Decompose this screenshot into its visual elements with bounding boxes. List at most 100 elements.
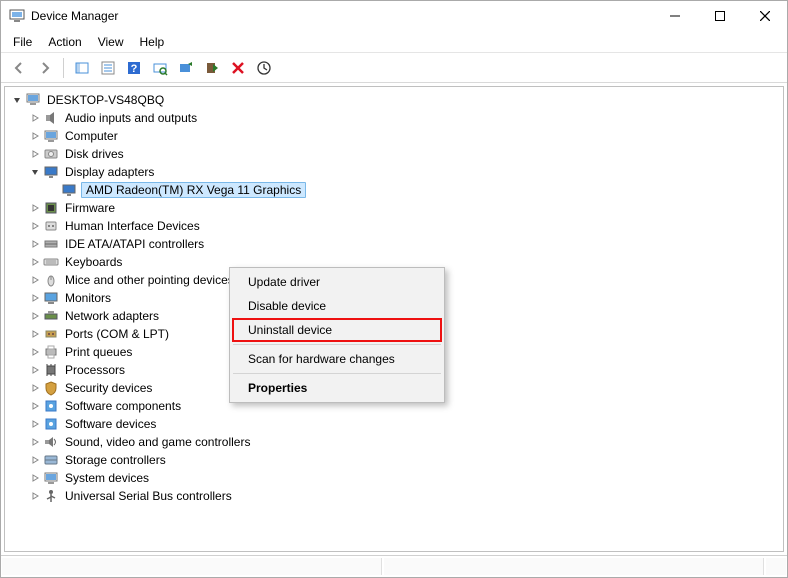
menu-view[interactable]: View	[90, 33, 132, 51]
tree-category[interactable]: Audio inputs and outputs	[11, 109, 777, 127]
tree-category-label: Software components	[63, 399, 183, 413]
enable-device-button[interactable]	[252, 56, 276, 80]
tree-category[interactable]: Disk drives	[11, 145, 777, 163]
chevron-down-icon[interactable]	[29, 166, 41, 178]
chevron-right-icon[interactable]	[29, 238, 41, 250]
menu-help[interactable]: Help	[132, 33, 173, 51]
chevron-right-icon[interactable]	[29, 148, 41, 160]
tree-device[interactable]: AMD Radeon(TM) RX Vega 11 Graphics	[11, 181, 777, 199]
tree-category[interactable]: IDE ATA/ATAPI controllers	[11, 235, 777, 253]
chevron-right-icon[interactable]	[29, 256, 41, 268]
context-menu: Update driver Disable device Uninstall d…	[229, 267, 445, 403]
tree-category-label: Processors	[63, 363, 127, 377]
context-update-driver[interactable]: Update driver	[232, 270, 442, 294]
tree-category-label: Monitors	[63, 291, 113, 305]
tree-category-label: Audio inputs and outputs	[63, 111, 199, 125]
chevron-right-icon[interactable]	[29, 364, 41, 376]
disk-icon	[43, 146, 59, 162]
properties-button[interactable]	[96, 56, 120, 80]
mouse-icon	[43, 272, 59, 288]
uninstall-device-button[interactable]	[226, 56, 250, 80]
software-icon	[43, 398, 59, 414]
chevron-right-icon[interactable]	[29, 292, 41, 304]
tree-category[interactable]: Display adapters	[11, 163, 777, 181]
chevron-right-icon[interactable]	[29, 490, 41, 502]
chevron-right-icon[interactable]	[29, 130, 41, 142]
close-button[interactable]	[742, 1, 787, 31]
app-icon	[9, 8, 25, 24]
chevron-right-icon[interactable]	[29, 346, 41, 358]
tree-category-label: Display adapters	[63, 165, 156, 179]
chevron-right-icon[interactable]	[29, 382, 41, 394]
tree-category[interactable]: Sound, video and game controllers	[11, 433, 777, 451]
context-properties[interactable]: Properties	[232, 376, 442, 400]
device-tree-container[interactable]: DESKTOP-VS48QBQ Audio inputs and outputs…	[4, 86, 784, 552]
status-grip	[766, 558, 786, 575]
ide-icon	[43, 236, 59, 252]
chevron-right-icon[interactable]	[29, 472, 41, 484]
chevron-right-icon[interactable]	[29, 454, 41, 466]
tree-category-label: Keyboards	[63, 255, 124, 269]
tree-category-label: Security devices	[63, 381, 154, 395]
chevron-down-icon[interactable]	[11, 94, 23, 106]
chevron-right-icon[interactable]	[29, 220, 41, 232]
scan-hardware-button[interactable]	[148, 56, 172, 80]
show-hide-console-button[interactable]	[70, 56, 94, 80]
computer-icon	[43, 128, 59, 144]
disable-device-button[interactable]	[200, 56, 224, 80]
update-driver-button[interactable]	[174, 56, 198, 80]
help-button[interactable]: ?	[122, 56, 146, 80]
usb-icon	[43, 488, 59, 504]
chevron-right-icon[interactable]	[29, 436, 41, 448]
tree-category-label: Ports (COM & LPT)	[63, 327, 171, 341]
tree-device-label: AMD Radeon(TM) RX Vega 11 Graphics	[81, 182, 306, 198]
context-disable-device[interactable]: Disable device	[232, 294, 442, 318]
tree-category-label: Storage controllers	[63, 453, 168, 467]
chevron-right-icon[interactable]	[29, 400, 41, 412]
context-menu-separator	[233, 344, 441, 345]
tree-category[interactable]: Firmware	[11, 199, 777, 217]
tree-category[interactable]: Storage controllers	[11, 451, 777, 469]
tree-category[interactable]: System devices	[11, 469, 777, 487]
tree-category-label: Universal Serial Bus controllers	[63, 489, 234, 503]
chevron-right-icon[interactable]	[29, 202, 41, 214]
system-icon	[43, 470, 59, 486]
tree-category[interactable]: Universal Serial Bus controllers	[11, 487, 777, 505]
tree-root[interactable]: DESKTOP-VS48QBQ	[11, 91, 777, 109]
maximize-button[interactable]	[697, 1, 742, 31]
menu-bar: File Action View Help	[1, 31, 787, 53]
status-cell	[2, 558, 382, 575]
tree-root-label: DESKTOP-VS48QBQ	[45, 93, 166, 107]
minimize-button[interactable]	[652, 1, 697, 31]
tree-category-label: Computer	[63, 129, 120, 143]
computer-icon	[25, 92, 41, 108]
tree-category-label: Mice and other pointing devices	[63, 273, 236, 287]
hid-icon	[43, 218, 59, 234]
context-scan-hardware[interactable]: Scan for hardware changes	[232, 347, 442, 371]
chevron-right-icon[interactable]	[29, 274, 41, 286]
menu-action[interactable]: Action	[40, 33, 89, 51]
back-button[interactable]	[7, 56, 31, 80]
context-uninstall-device[interactable]: Uninstall device	[232, 318, 442, 342]
tree-category[interactable]: Human Interface Devices	[11, 217, 777, 235]
chevron-right-icon[interactable]	[29, 328, 41, 340]
port-icon	[43, 326, 59, 342]
status-bar	[1, 555, 787, 577]
monitor-icon	[43, 290, 59, 306]
software-icon	[43, 416, 59, 432]
status-cell	[384, 558, 764, 575]
tree-category-label: Software devices	[63, 417, 158, 431]
menu-file[interactable]: File	[5, 33, 40, 51]
chevron-right-icon[interactable]	[29, 112, 41, 124]
forward-button[interactable]	[33, 56, 57, 80]
display-icon	[61, 182, 77, 198]
tree-category[interactable]: Software devices	[11, 415, 777, 433]
chevron-right-icon[interactable]	[29, 310, 41, 322]
tree-leaf-spacer	[47, 184, 59, 196]
storage-icon	[43, 452, 59, 468]
tree-category-label: IDE ATA/ATAPI controllers	[63, 237, 206, 251]
chevron-right-icon[interactable]	[29, 418, 41, 430]
tree-category-label: Print queues	[63, 345, 134, 359]
tree-category-label: System devices	[63, 471, 151, 485]
tree-category[interactable]: Computer	[11, 127, 777, 145]
